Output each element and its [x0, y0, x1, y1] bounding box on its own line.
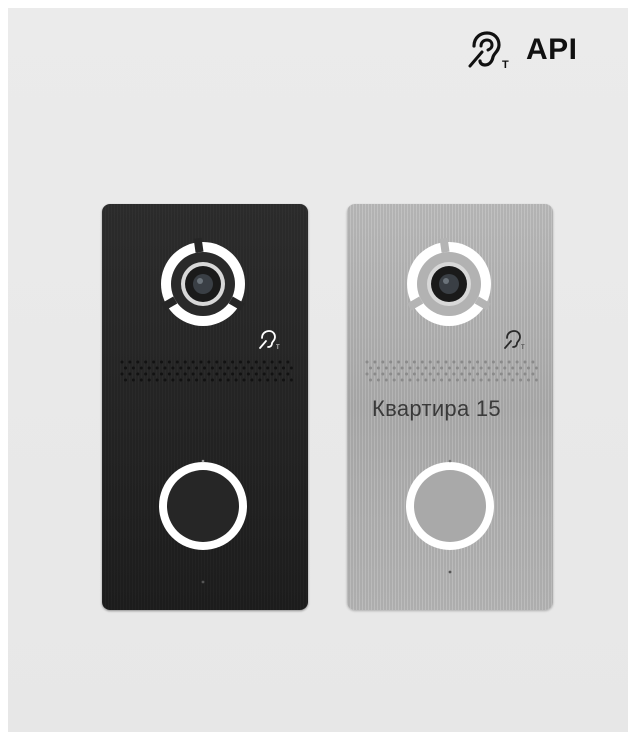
call-button: [406, 459, 494, 550]
svg-text:T: T: [502, 59, 509, 70]
header-badge: T API: [466, 28, 578, 72]
apartment-label: Квартира 15: [372, 396, 501, 421]
hearing-loop-icon-small: T: [504, 330, 525, 351]
hearing-loop-icon: T: [466, 30, 514, 70]
api-label: API: [526, 33, 578, 66]
camera-icon: [407, 237, 491, 326]
camera-icon: [161, 237, 245, 326]
svg-text:T: T: [276, 345, 280, 351]
call-button: [159, 459, 247, 550]
svg-text:T: T: [521, 345, 525, 351]
speaker-grille: [365, 360, 538, 382]
speaker-grille: [120, 360, 293, 382]
intercom-panel-black: T: [102, 204, 308, 610]
hearing-loop-icon-small: T: [259, 330, 280, 351]
